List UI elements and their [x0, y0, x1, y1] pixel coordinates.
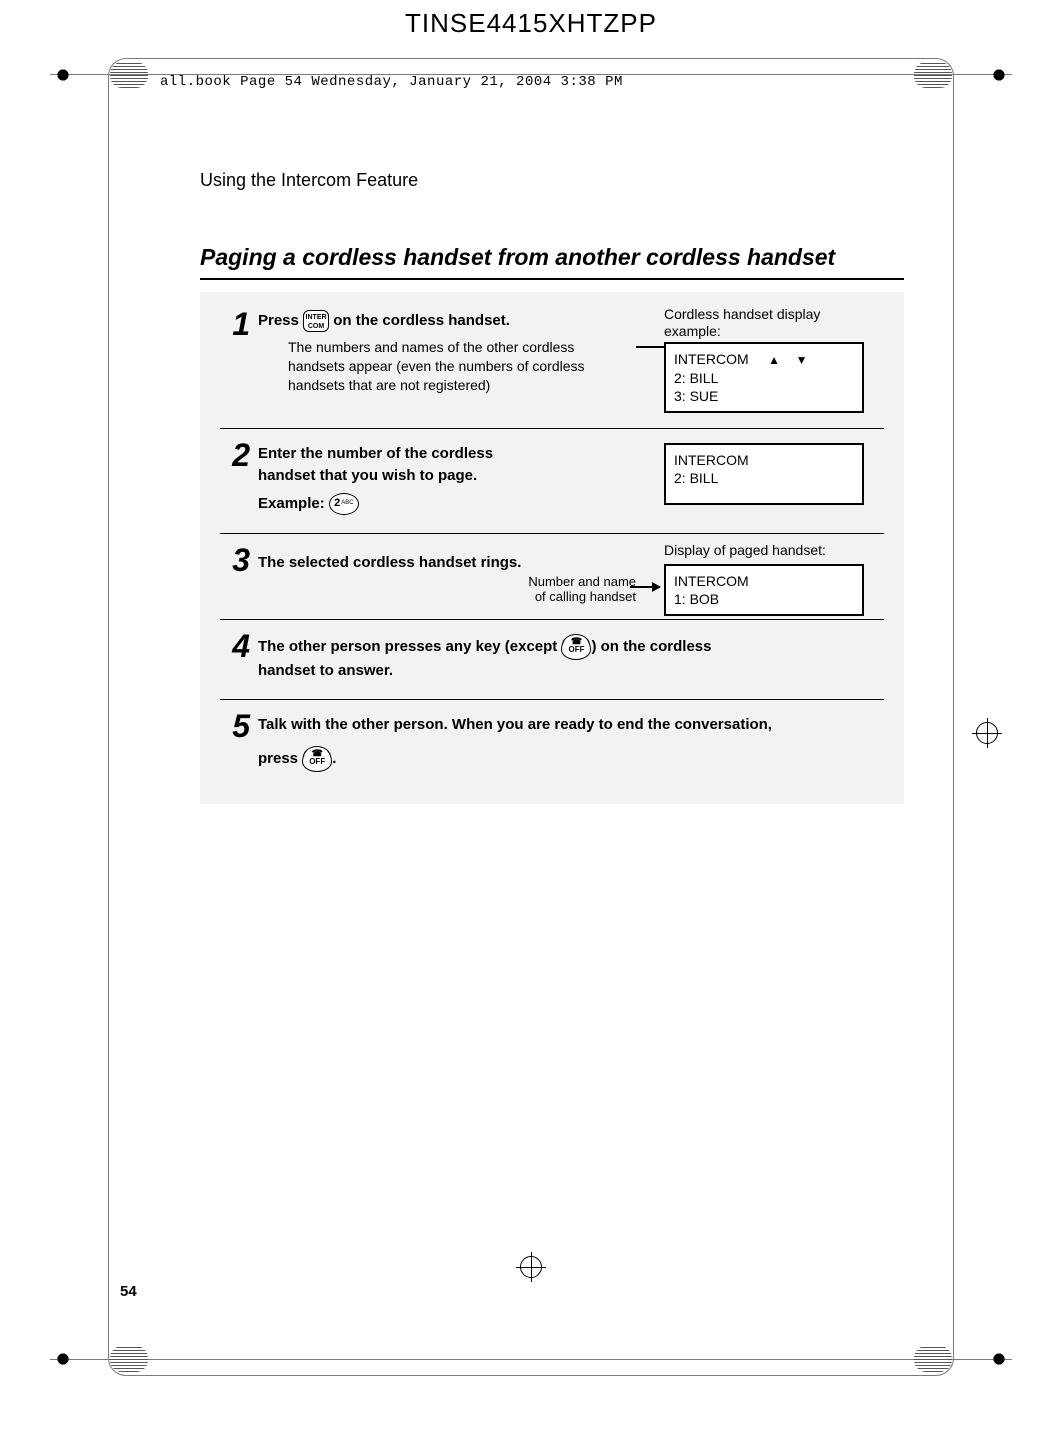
intercom-label-top: INTER [306, 313, 327, 322]
binding-hatch-icon [110, 62, 148, 88]
off-button-icon: ☎ OFF [561, 634, 591, 660]
step-number: 3 [220, 542, 250, 579]
binding-hatch-icon [914, 62, 952, 88]
binding-hatch-icon [914, 1346, 952, 1372]
section-title: Using the Intercom Feature [200, 170, 418, 191]
step-5-line1: Talk with the other person. When you are… [258, 714, 884, 736]
numname-line2: of calling handset [486, 589, 636, 605]
page-heading: Paging a cordless handset from another c… [200, 244, 835, 271]
registration-mark-icon [986, 1346, 1012, 1372]
print-metadata: all.book Page 54 Wednesday, January 21, … [160, 74, 623, 90]
display-line: INTERCOM [674, 451, 854, 469]
step-3: 3 The selected cordless handset rings. N… [220, 533, 884, 619]
steps-container: 1 Press INTER COM on the cordless handse… [200, 292, 904, 804]
display-line: 2: BILL [674, 369, 854, 387]
display-line: INTERCOM [674, 572, 854, 590]
step-4-instruction: The other person presses any key (except… [258, 634, 884, 682]
step-1-subtext: The numbers and names of the other cordl… [288, 338, 628, 395]
display-line: 3: SUE [674, 387, 854, 405]
step-number: 1 [220, 306, 250, 343]
keypad-2-button-icon: 2ABC [329, 493, 359, 515]
header-code: TINSE4415XHTZPP [0, 0, 1062, 39]
down-triangle-icon: ▼ [796, 353, 808, 367]
print-frame-line-bot [50, 1359, 1012, 1360]
crosshair-icon [516, 1252, 546, 1282]
step-5: 5 Talk with the other person. When you a… [220, 699, 884, 790]
step-4: 4 The other person presses any key (exce… [220, 619, 884, 700]
phone-icon: ☎ [312, 749, 323, 758]
display-intercom-label: INTERCOM [674, 351, 749, 367]
up-triangle-icon: ▲ [768, 353, 780, 367]
display-line: INTERCOM ▲ ▼ [674, 350, 854, 369]
keypad-2-main: 2 [334, 496, 340, 512]
display-line: 2: BILL [674, 469, 854, 487]
numname-line1: Number and name [486, 574, 636, 590]
number-name-label: Number and name of calling handset [486, 574, 636, 605]
step-1-text-pre: Press [258, 312, 303, 329]
registration-mark-icon [986, 62, 1012, 88]
registration-mark-icon [50, 1346, 76, 1372]
example-label: Example: [258, 495, 329, 512]
registration-mark-icon [50, 62, 76, 88]
display-line: 1: BOB [674, 590, 854, 608]
step-1-display: INTERCOM ▲ ▼ 2: BILL 3: SUE [664, 342, 864, 413]
phone-icon: ☎ [571, 637, 582, 646]
intercom-button-icon: INTER COM [303, 310, 329, 332]
step-4-text-pre: The other person presses any key (except [258, 638, 561, 655]
crosshair-icon [972, 718, 1002, 748]
step-1-subtext-content: The numbers and names of the other cordl… [288, 339, 585, 393]
intercom-label-bot: COM [308, 322, 324, 331]
binding-hatch-icon [110, 1346, 148, 1372]
step-5-text-post: . [332, 750, 336, 767]
step-1-display-caption: Cordless handset display example: [664, 306, 864, 340]
step-number: 5 [220, 708, 250, 745]
step-3-display: INTERCOM 1: BOB [664, 564, 864, 616]
step-1-text-post: on the cordless handset. [333, 312, 510, 329]
step-3-display-caption: Display of paged handset: [664, 542, 864, 559]
page-number: 54 [120, 1283, 137, 1300]
step-4-line2: handset to answer. [258, 660, 884, 682]
heading-rule [200, 278, 904, 280]
step-number: 4 [220, 628, 250, 665]
keypad-2-sub: ABC [341, 499, 353, 508]
step-4-text-post: ) on the cordless [591, 638, 711, 655]
step-2: 2 Enter the number of the cordless hands… [220, 428, 884, 533]
step-2-display: INTERCOM 2: BILL [664, 443, 864, 505]
arrow-right-icon [630, 586, 660, 588]
off-button-icon: ☎ OFF [302, 746, 332, 772]
off-label: OFF [309, 756, 325, 768]
step-5-instruction: Talk with the other person. When you are… [258, 714, 884, 772]
off-label: OFF [568, 644, 584, 656]
step-1: 1 Press INTER COM on the cordless handse… [220, 310, 884, 428]
step-5-text-pre: press [258, 750, 302, 767]
step-number: 2 [220, 437, 250, 474]
